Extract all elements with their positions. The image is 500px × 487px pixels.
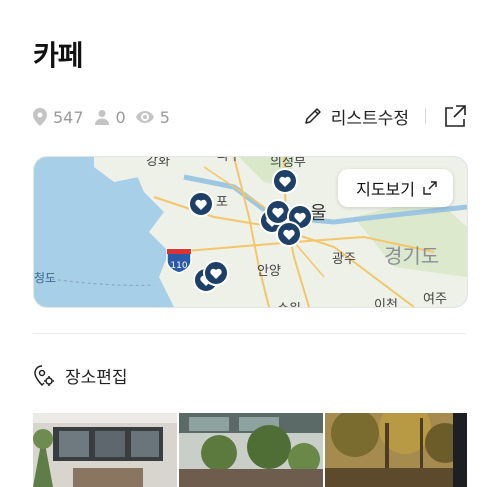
edit-list-label: 리스트수정 (330, 108, 409, 129)
photo-1[interactable] (33, 413, 177, 487)
photo-strip (33, 413, 467, 487)
map-label-icheon: 이천 (374, 298, 398, 307)
open-map-button[interactable]: 지도보기 (338, 169, 453, 207)
map-label-gyeonggi: 경기도 (384, 244, 439, 268)
marker-8[interactable] (203, 260, 229, 286)
map-label-gangwha: 강화 (146, 157, 170, 169)
marker-6[interactable] (276, 221, 302, 247)
route-number: 110 (170, 261, 187, 271)
marker-2[interactable] (272, 168, 298, 194)
photo-2[interactable] (179, 413, 323, 487)
photo-3[interactable] (325, 413, 467, 487)
views-count-value: 5 (159, 107, 170, 127)
map-label-uijeongbu: 의정부 (270, 157, 306, 170)
map-label-suwon: 수원 (277, 302, 301, 307)
route-shield-icon: 110 (166, 248, 192, 274)
open-map-label: 지도보기 (356, 180, 415, 199)
share-button[interactable] (442, 103, 468, 129)
stats-bar: 547 0 5 (33, 106, 170, 128)
list-actions: 리스트수정 (303, 102, 468, 130)
views-count: 5 (135, 107, 170, 127)
edit-places-button[interactable]: 장소편집 (33, 363, 128, 388)
map-label-yeoju: 여주 (423, 292, 447, 307)
map-label-gwangju: 광주 (332, 252, 356, 267)
external-link-icon (423, 181, 437, 195)
share-icon (445, 105, 466, 127)
location-pin-icon (33, 108, 47, 126)
person-icon (94, 110, 109, 125)
map-label-west: 청도 (34, 271, 56, 285)
marker-1[interactable] (188, 191, 214, 217)
map-label-pocheon: 파주 (217, 157, 241, 164)
edit-places-label: 장소편집 (65, 368, 128, 388)
followers-count-value: 0 (115, 107, 126, 127)
followers-count: 0 (94, 108, 126, 127)
pencil-icon (305, 108, 321, 124)
list-title: 카페 (33, 39, 84, 72)
map-label-gimpo: 포 (216, 195, 228, 210)
places-count: 547 (33, 108, 84, 127)
marker-4[interactable] (265, 199, 291, 225)
places-count-value: 547 (53, 107, 84, 127)
edit-list-button[interactable]: 리스트수정 (303, 104, 409, 129)
location-gear-icon (34, 364, 54, 386)
eye-icon (135, 111, 154, 123)
map-label-anyang: 안양 (257, 264, 281, 279)
action-divider (425, 108, 426, 124)
section-divider (33, 333, 466, 334)
map-preview[interactable]: 강화 파주 의정부 포 울 광주 경기도 안양 수원 이천 여주 청도 110 … (33, 156, 468, 308)
